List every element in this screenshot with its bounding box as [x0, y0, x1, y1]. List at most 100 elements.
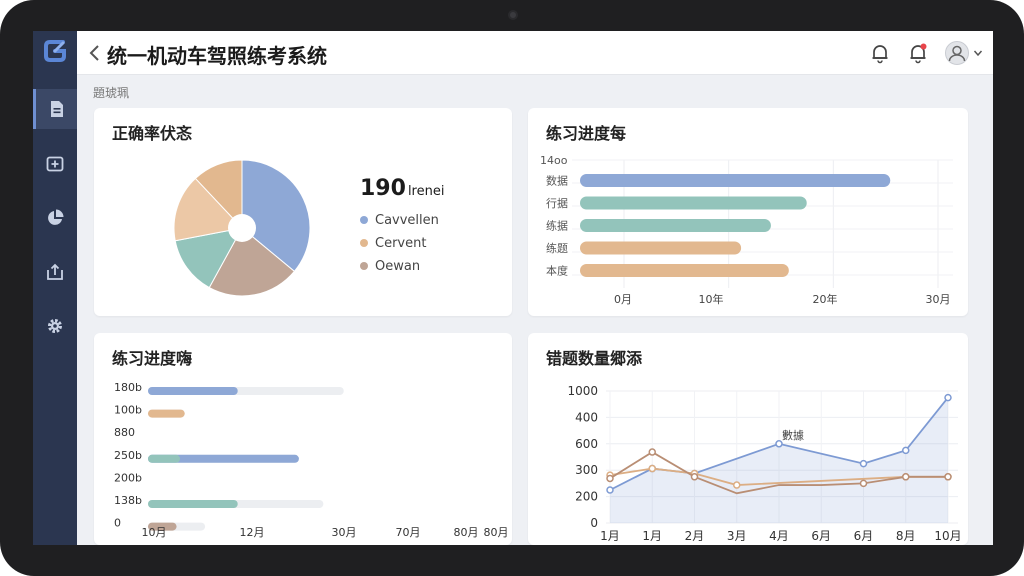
bar: [148, 387, 238, 395]
legend-label: Cervent: [375, 236, 427, 251]
camera-dot: [508, 10, 518, 20]
y-tick-label: 300: [575, 463, 598, 477]
x-tick-label: 12月: [240, 526, 265, 539]
x-tick-label: 70月: [396, 526, 421, 539]
accuracy-card: 正确率伏忞 190 lrenei Cavvellen Cervent Oewan: [94, 108, 512, 316]
x-tick-label: 30月: [926, 293, 951, 306]
data-point: [944, 473, 952, 481]
x-tick-label: 6月: [854, 529, 874, 543]
bar: [580, 174, 891, 187]
progress-card-top: 练习进度每 14oo 数据 行据 练据 练题 本度 0月 10年 20年 30月: [528, 108, 968, 316]
page-title: 统一机动车驾照练考系统: [107, 44, 327, 68]
gear-icon: [48, 319, 62, 333]
legend-item: Oewan: [360, 259, 420, 274]
y-tick-label: 138b: [114, 494, 142, 507]
y-tick-label: 0: [590, 516, 598, 530]
app-logo-icon: [44, 40, 66, 62]
back-arrow-icon[interactable]: [85, 43, 105, 63]
legend-item: Cervent: [360, 236, 426, 251]
y-tick-label: 200b: [114, 471, 142, 484]
category-label: 数据: [546, 174, 568, 188]
progress-track-chart: 180b 100b 880 250b 200b 138b 0 10月 12月 30月 70月 80月 8…: [114, 381, 509, 539]
category-label: 本度: [546, 264, 568, 278]
x-tick-label: 10年: [699, 292, 724, 306]
y-tick-label: 1000: [567, 384, 598, 398]
bar: [580, 264, 789, 277]
y-tick-label: 880: [114, 426, 135, 439]
bar: [148, 500, 238, 508]
avatar[interactable]: [945, 41, 969, 65]
app-screen: 统一机动车驾照练考系统 題琥珮 正确率伏忞 190 lrenei Cavvell…: [33, 31, 993, 545]
x-tick-label: 30月: [332, 526, 357, 539]
x-tick-label: 6月: [811, 529, 831, 543]
y-tick-label: 0: [114, 517, 121, 530]
sidebar: [33, 31, 77, 545]
axis-top-label: 14oo: [540, 154, 568, 167]
data-point: [859, 459, 868, 468]
data-point: [648, 448, 656, 456]
tablet-frame: 统一机动车驾照练考系统 題琥珮 正确率伏忞 190 lrenei Cavvell…: [0, 0, 1024, 576]
data-point: [733, 481, 741, 489]
y-tick-label: 100b: [114, 404, 142, 417]
total-count-unit: lrenei: [407, 184, 445, 199]
x-tick-label: 10月: [934, 529, 961, 543]
data-point: [690, 473, 699, 481]
chart-annotation: 數據: [782, 428, 804, 442]
pie-center-hole: [228, 214, 256, 242]
data-point: [648, 464, 656, 473]
y-tick-label: 600: [575, 437, 598, 451]
error-line-chart: 100040060030020001月 1月 2月 3月 4月 6月 6月 8月 10月數據: [567, 384, 961, 543]
sidebar-item-documents[interactable]: [33, 89, 77, 129]
pie-chart-icon: [48, 209, 64, 225]
progress-bar-chart: 14oo 数据行据练据练题本度 0月 10年 20年 30月: [540, 154, 953, 306]
export-icon: [47, 263, 63, 280]
data-point: [902, 446, 910, 455]
bar-lead-segment: [148, 454, 180, 463]
sidebar-item-statistics[interactable]: [33, 198, 77, 238]
progress-card-bottom: 练习进度嗨 180b 100b 880 250b 200b 138b 0 10月 12月 30月 7…: [94, 333, 512, 545]
document-icon: [50, 101, 63, 117]
total-count-value: 190: [360, 176, 406, 201]
bar: [580, 219, 771, 232]
practice-icon: [46, 156, 64, 172]
x-tick-label: 80月: [454, 526, 479, 539]
notification-icon[interactable]: [907, 42, 929, 64]
x-tick-label: 1月: [642, 529, 662, 543]
bar: [148, 409, 185, 418]
accuracy-pie-chart: [173, 159, 311, 297]
accuracy-card-title: 正确率伏忞: [112, 124, 193, 143]
legend-dot: [360, 216, 368, 224]
errors-card: 错题数量郷添 1000 400 600 300 200 0 1月 1月 2月 3月 4月 6月 6月 8月…: [528, 333, 968, 545]
x-tick-label: 80月: [484, 526, 509, 539]
x-tick-label: 20年: [813, 292, 838, 306]
y-tick-label: 250b: [114, 449, 142, 462]
y-tick-label: 400: [575, 410, 598, 424]
legend-label: Cavvellen: [375, 213, 439, 228]
category-label: 练据: [546, 219, 568, 233]
y-tick-label: 180b: [114, 381, 142, 394]
legend-dot: [360, 262, 368, 270]
sidebar-item-practice[interactable]: [33, 144, 77, 184]
x-tick-label: 3月: [727, 529, 747, 543]
category-label: 行据: [546, 196, 568, 210]
x-tick-label: 2月: [685, 529, 705, 543]
sidebar-item-settings[interactable]: [33, 306, 77, 346]
bar: [580, 196, 807, 210]
x-tick-label: 8月: [896, 529, 916, 543]
x-tick-label: 10月: [142, 526, 167, 539]
bell-icon[interactable]: [869, 42, 891, 64]
bar: [580, 241, 742, 255]
data-point: [859, 479, 868, 488]
legend-label: Oewan: [375, 259, 421, 274]
sidebar-item-export[interactable]: [33, 252, 77, 292]
x-tick-label: 1月: [600, 529, 620, 543]
chevron-down-icon[interactable]: [973, 48, 983, 58]
user-icon: [948, 45, 966, 62]
category-label: 练题: [546, 241, 568, 255]
y-tick-label: 200: [575, 490, 598, 504]
total-count: 190 lrenei: [360, 176, 444, 201]
data-point: [606, 474, 614, 483]
x-tick-label: 0月: [614, 293, 632, 306]
legend-dot: [360, 239, 368, 247]
top-header: 统一机动车驾照练考系统: [77, 31, 993, 75]
